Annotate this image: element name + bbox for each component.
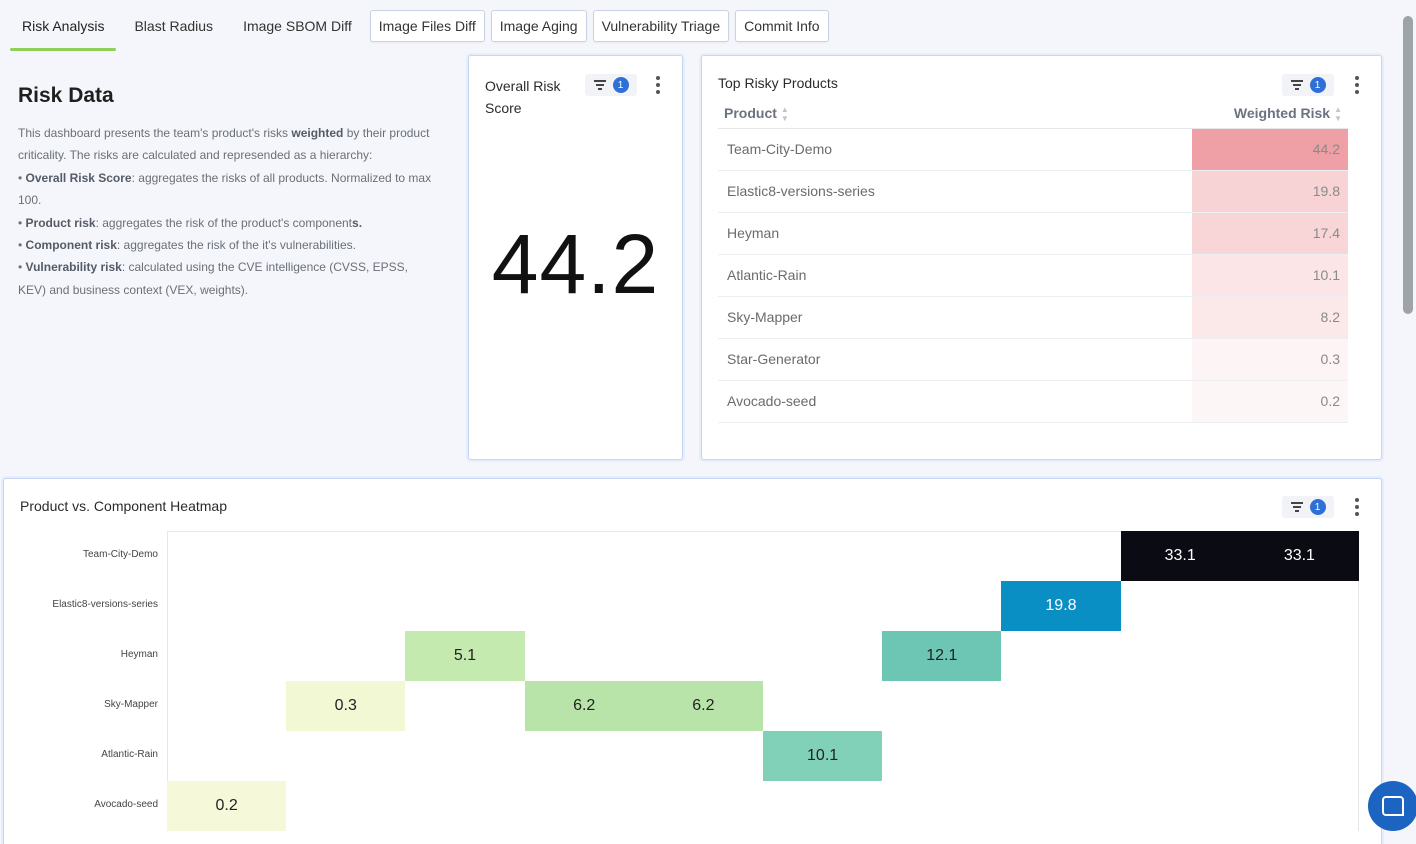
chat-button[interactable] <box>1368 781 1416 831</box>
table-row[interactable]: Elastic8-versions-series 19.8 <box>718 170 1348 213</box>
description-item: • Component risk: aggregates the risk of… <box>18 238 356 253</box>
weighted-risk-cell: 44.2 <box>1192 128 1348 171</box>
weighted-risk-cell: 17.4 <box>1192 212 1348 255</box>
tab-commit-info[interactable]: Commit Info <box>735 10 829 42</box>
product-name-cell: Sky-Mapper <box>718 296 1192 339</box>
heatmap-cell[interactable]: 0.2 <box>167 781 287 831</box>
product-name-cell: Avocado-seed <box>718 380 1192 423</box>
top-risky-products-card: Top Risky Products 1 Product ▲ ▼ Weighted … <box>701 55 1382 460</box>
overall-filter-button[interactable]: 1 <box>585 74 637 96</box>
tab-blast-radius[interactable]: Blast Radius <box>122 10 225 42</box>
table-row[interactable]: Team-City-Demo 44.2 <box>718 128 1348 171</box>
description-item: • Vulnerability risk: calculated using t… <box>18 260 408 297</box>
page-title: Risk Data <box>18 84 114 107</box>
column-header-weighted-risk[interactable]: Weighted Risk ▲ ▼ <box>1192 100 1348 129</box>
tab-image-files-diff[interactable]: Image Files Diff <box>369 10 485 42</box>
heatmap-row-label: Avocado-seed <box>94 799 158 810</box>
weighted-risk-cell: 19.8 <box>1192 170 1348 213</box>
product-name-cell: Star-Generator <box>718 338 1192 381</box>
heatmap-row-label: Atlantic-Rain <box>101 749 158 760</box>
heatmap-cell[interactable]: 6.2 <box>524 681 644 731</box>
heatmap-cell[interactable]: 33.1 <box>1120 531 1240 581</box>
heatmap-row-label: Team-City-Demo <box>82 549 158 560</box>
table-row[interactable]: Sky-Mapper 8.2 <box>718 296 1348 339</box>
tab-vulnerability-triage[interactable]: Vulnerability Triage <box>592 10 730 42</box>
scrollbar-thumb[interactable] <box>1403 16 1413 314</box>
product-name-cell: Team-City-Demo <box>718 128 1192 171</box>
product-name-cell: Atlantic-Rain <box>718 254 1192 297</box>
sort-icon: ▲ ▼ <box>1334 104 1342 123</box>
weighted-risk-cell: 0.2 <box>1192 380 1348 423</box>
filter-icon <box>593 80 606 90</box>
more-vertical-icon[interactable] <box>1354 76 1360 94</box>
product-name-cell: Heyman <box>718 212 1192 255</box>
heatmap-cell[interactable]: 33.1 <box>1239 531 1359 581</box>
overall-risk-value: 44.2 <box>491 217 660 311</box>
heatmap-grid: Team-City-Demo Elastic8-versions-series He… <box>4 479 1383 844</box>
filter-count-badge: 1 <box>1309 77 1326 93</box>
heatmap-cell[interactable]: 12.1 <box>882 631 1002 681</box>
overall-risk-card: Overall Risk Score 1 44.2 <box>468 55 683 460</box>
sort-icon: ▲ ▼ <box>780 104 789 123</box>
product-name-cell: Elastic8-versions-series <box>718 170 1192 213</box>
heatmap-cell[interactable]: 19.8 <box>1001 581 1121 631</box>
description-intro: This dashboard presents the team's produ… <box>18 126 430 163</box>
table-row[interactable]: Star-Generator 0.3 <box>718 338 1348 381</box>
more-vertical-icon[interactable] <box>655 76 661 94</box>
column-header-product[interactable]: Product ▲ ▼ <box>718 100 1192 129</box>
heatmap-cell[interactable]: 6.2 <box>643 681 763 731</box>
chat-icon <box>1382 796 1404 816</box>
table-row[interactable]: Atlantic-Rain 10.1 <box>718 254 1348 297</box>
heatmap-row-label: Heyman <box>120 649 158 660</box>
weighted-risk-cell: 10.1 <box>1192 254 1348 297</box>
heatmap-cell[interactable]: 5.1 <box>405 631 525 681</box>
top-risky-table: Product ▲ ▼ Weighted Risk ▲ ▼ Team-City-Demo… <box>718 100 1348 423</box>
tab-risk-analysis[interactable]: Risk Analysis <box>10 10 117 51</box>
description-item: • Product risk: aggregates the risk of t… <box>18 215 363 230</box>
weighted-risk-cell: 8.2 <box>1192 296 1348 339</box>
heatmap-cell[interactable]: 0.3 <box>286 681 406 731</box>
heatmap-row-label: Sky-Mapper <box>104 699 158 710</box>
weighted-risk-cell: 0.3 <box>1192 338 1348 381</box>
table-row[interactable]: Heyman 17.4 <box>718 212 1348 255</box>
top-risky-filter-button[interactable]: 1 <box>1282 74 1334 96</box>
description-panel: Risk Data This dashboard presents the te… <box>18 80 438 301</box>
description-item: • Overall Risk Score: aggregates the ris… <box>18 170 432 208</box>
heatmap-row-label: Elastic8-versions-series <box>52 599 158 610</box>
description-list: • Overall Risk Score: aggregates the ris… <box>18 167 438 301</box>
heatmap-card: Product vs. Component Heatmap 1 Team-Cit… <box>3 478 1382 844</box>
heatmap-cell[interactable]: 10.1 <box>763 731 883 781</box>
filter-icon <box>1290 80 1303 90</box>
table-row[interactable]: Avocado-seed 0.2 <box>718 380 1348 423</box>
tab-bar: Risk Analysis Blast Radius Image SBOM Diff… <box>10 4 829 51</box>
top-risky-title: Top Risky Products <box>718 75 838 91</box>
filter-count-badge: 1 <box>612 77 629 93</box>
overall-risk-title: Overall Risk Score <box>485 78 561 116</box>
tab-image-sbom-diff[interactable]: Image SBOM Diff <box>231 10 364 42</box>
page-scrollbar[interactable] <box>1400 0 1416 844</box>
tab-image-aging[interactable]: Image Aging <box>490 10 587 42</box>
